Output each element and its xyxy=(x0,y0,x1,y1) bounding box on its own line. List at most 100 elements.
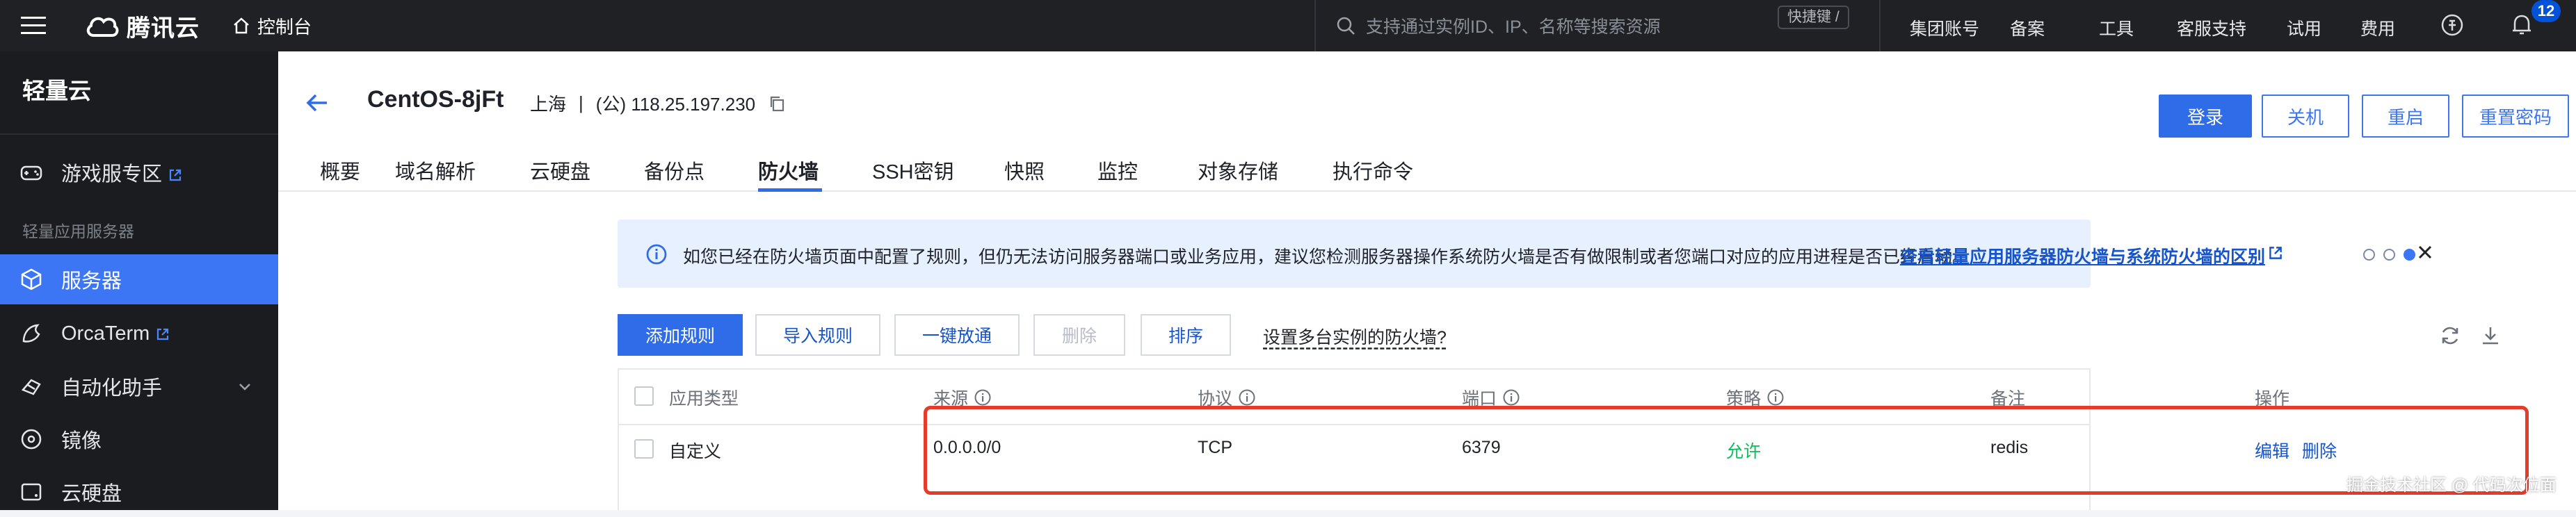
edit-rule-link[interactable]: 编辑 xyxy=(2255,438,2289,463)
tools-link[interactable]: 工具 xyxy=(2099,15,2134,40)
billing-link[interactable]: 费用 xyxy=(2360,15,2395,40)
tab-run-command[interactable]: 执行命令 xyxy=(1333,156,1413,192)
external-link-icon[interactable] xyxy=(2267,245,2284,261)
disc-icon xyxy=(21,429,42,450)
search-placeholder: 支持通过实例ID、IP、名称等搜索资源 xyxy=(1366,17,1661,37)
column-header-app-type: 应用类型 xyxy=(669,389,739,409)
instance-tabs: 概要 域名解析 云硬盘 备份点 防火墙 SSH密钥 快照 监控 对象存储 执行命… xyxy=(320,156,1413,192)
sidebar-item-label: OrcaTerm xyxy=(61,322,170,345)
add-rule-button[interactable]: 添加规则 xyxy=(618,314,743,356)
firewall-notice: 如您已经在防火墙页面中配置了规则，但仍无法访问服务器端口或业务应用，建议您检测服… xyxy=(618,220,2432,288)
refresh-icon[interactable] xyxy=(2438,324,2462,347)
notice-link[interactable]: 查看轻量应用服务器防火墙与系统防火墙的区别 xyxy=(1900,243,2265,268)
reset-password-button[interactable]: 重置密码 xyxy=(2462,95,2569,138)
info-icon[interactable] xyxy=(1766,388,1785,407)
tab-dns[interactable]: 域名解析 xyxy=(395,156,530,192)
trial-link[interactable]: 试用 xyxy=(2287,15,2321,40)
sidebar-item-label: 镜像 xyxy=(61,430,102,452)
restart-button[interactable]: 重启 xyxy=(2362,95,2449,138)
instance-region: 上海 xyxy=(530,94,567,115)
tab-backup[interactable]: 备份点 xyxy=(644,156,758,192)
cell-actions: 编辑 删除 xyxy=(2255,438,2337,463)
login-button[interactable]: 登录 xyxy=(2159,95,2252,138)
tab-snapshots[interactable]: 快照 xyxy=(1004,156,1097,192)
sidebar: 轻量云 游戏服专区 轻量应用服务器 服务器 OrcaTerm 自动化助手 镜像 … xyxy=(0,51,278,510)
sort-button[interactable]: 排序 xyxy=(1141,314,1231,356)
instance-meta: 上海 | (公) 118.25.197.230 xyxy=(530,90,786,116)
tab-cloud-disk[interactable]: 云硬盘 xyxy=(530,156,644,192)
table-header-divider xyxy=(619,424,2089,425)
sidebar-item-label: 服务器 xyxy=(61,270,122,293)
tab-monitoring[interactable]: 监控 xyxy=(1097,156,1198,192)
sidebar-section-label: 轻量应用服务器 xyxy=(22,222,134,240)
pager-dot[interactable] xyxy=(2383,249,2395,261)
console-link[interactable]: 控制台 xyxy=(232,11,312,40)
robot-icon xyxy=(21,379,41,395)
cell-protocol: TCP xyxy=(1198,438,1232,457)
cell-policy: 允许 xyxy=(1726,442,1762,461)
cell-remark: redis xyxy=(1990,438,2029,457)
instance-ip: (公) 118.25.197.230 xyxy=(595,94,756,115)
firewall-rules-table: 应用类型 来源 协议 端口 策略 备注 操作 自定义 0.0.0.0/0 TCP… xyxy=(618,368,2337,510)
sidebar-title: 轻量云 xyxy=(22,78,91,104)
pager-dot[interactable] xyxy=(2363,249,2375,261)
console-label: 控制台 xyxy=(257,16,312,38)
row-checkbox[interactable] xyxy=(634,439,654,459)
sidebar-item-automation[interactable]: 自动化助手 xyxy=(0,361,278,411)
shutdown-button[interactable]: 关机 xyxy=(2262,95,2349,138)
topbar-divider xyxy=(1314,0,1316,51)
tab-ssh-keys[interactable]: SSH密钥 xyxy=(872,156,1004,192)
cost-icon[interactable] xyxy=(2437,10,2468,40)
sidebar-item-cloud-disk[interactable]: 云硬盘 xyxy=(0,467,278,517)
column-header-policy: 策略 xyxy=(1726,385,1785,410)
sidebar-divider xyxy=(0,133,278,135)
tab-object-storage[interactable]: 对象存储 xyxy=(1198,156,1333,192)
delete-rule-link[interactable]: 删除 xyxy=(2302,438,2337,463)
support-link[interactable]: 客服支持 xyxy=(2177,15,2246,40)
select-all-checkbox[interactable] xyxy=(634,386,654,406)
orca-icon xyxy=(22,324,40,343)
notice-pager xyxy=(2363,249,2415,261)
info-icon[interactable] xyxy=(974,388,992,407)
close-icon[interactable] xyxy=(2413,240,2437,264)
home-icon xyxy=(234,17,249,34)
info-circle-icon xyxy=(646,244,667,265)
sidebar-item-label: 游戏服专区 xyxy=(61,158,183,187)
external-link-icon xyxy=(169,170,182,181)
back-arrow-icon[interactable] xyxy=(303,89,331,117)
sidebar-item-servers[interactable]: 服务器 xyxy=(0,254,278,304)
import-rule-button[interactable]: 导入规则 xyxy=(755,314,880,356)
notice-text: 如您已经在防火墙页面中配置了规则，但仍无法访问服务器端口或业务应用，建议您检测服… xyxy=(683,247,1970,267)
tab-firewall[interactable]: 防火墙 xyxy=(758,156,822,192)
notification-badge: 12 xyxy=(2531,0,2561,22)
tencent-cloud-logo[interactable]: 腾讯云 xyxy=(85,10,207,42)
watermark: 掘金技术社区 @ 代码次位面 xyxy=(2346,476,2557,495)
cube-icon xyxy=(21,268,42,290)
hamburger-menu-icon[interactable] xyxy=(19,13,47,39)
sidebar-item-orcaterm[interactable]: OrcaTerm xyxy=(0,309,278,359)
top-navigation-bar: 腾讯云 控制台 支持通过实例ID、IP、名称等搜索资源 快捷键 / 集团账号 备… xyxy=(0,0,2576,51)
firewall-panel: 如您已经在防火墙页面中配置了规则，但仍无法访问服务器端口或业务应用，建议您检测服… xyxy=(278,192,2576,510)
cell-source: 0.0.0.0/0 xyxy=(933,438,1001,457)
multi-instance-firewall-link[interactable]: 设置多台实例的防火墙? xyxy=(1263,324,1447,349)
sidebar-item-images[interactable]: 镜像 xyxy=(0,414,278,464)
allow-all-button[interactable]: 一键放通 xyxy=(894,314,1020,356)
column-header-source: 来源 xyxy=(933,385,992,410)
tab-overview[interactable]: 概要 xyxy=(320,156,395,192)
filing-link[interactable]: 备案 xyxy=(2010,15,2045,40)
download-icon[interactable] xyxy=(2479,324,2502,347)
info-icon[interactable] xyxy=(1238,388,1256,407)
info-icon[interactable] xyxy=(1502,388,1520,407)
column-header-protocol: 协议 xyxy=(1198,385,1256,410)
instance-header: CentOS-8jFt 上海 | (公) 118.25.197.230 登录 关… xyxy=(278,51,2576,192)
copy-icon[interactable] xyxy=(768,95,786,113)
search-icon xyxy=(1337,17,1355,35)
column-header-actions: 操作 xyxy=(2255,389,2290,409)
sidebar-item-label: 云硬盘 xyxy=(61,483,122,505)
shortcut-hint: 快捷键 / xyxy=(1778,6,1849,29)
group-account-link[interactable]: 集团账号 xyxy=(1910,15,1979,40)
delete-rules-button[interactable]: 删除 xyxy=(1033,314,1125,356)
column-header-remark: 备注 xyxy=(1990,389,2026,409)
instance-name: CentOS-8jFt xyxy=(367,86,504,113)
sidebar-item-game-server[interactable]: 游戏服专区 xyxy=(0,147,278,197)
